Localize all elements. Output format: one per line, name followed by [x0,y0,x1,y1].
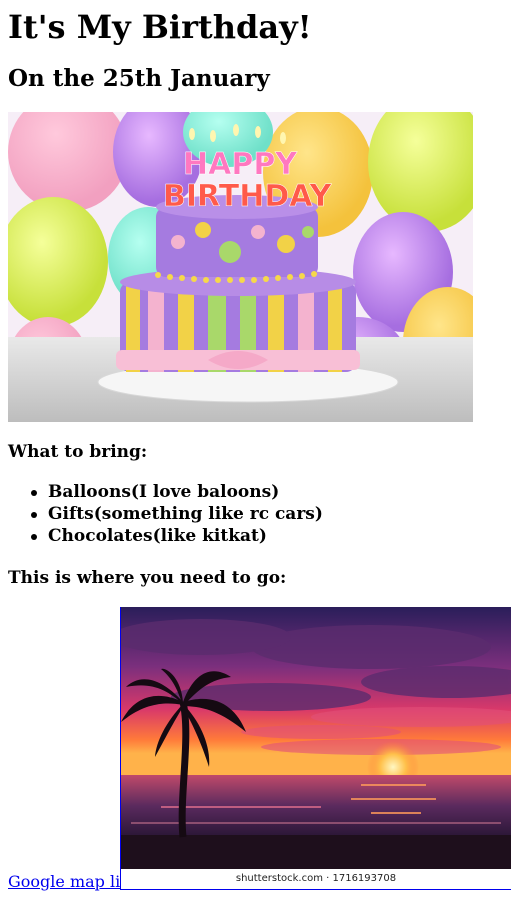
page-title: It's My Birthday! [8,8,312,46]
bring-heading: What to bring: [8,442,148,462]
sunset-beach-image [121,607,511,869]
date-heading: On the 25th January [8,65,270,92]
cake-candle-happy: HAPPY [183,147,298,182]
image-caption: shutterstock.com · 1716193708 [235,873,397,884]
birthday-cake-image: HAPPY BIRTHDAY [8,112,473,422]
cake-candle-birthday: BIRTHDAY [163,179,333,214]
page: It's My Birthday! On the 25th January HA… [0,0,520,901]
destination-heading: This is where you need to go: [8,568,287,588]
bring-list: Balloons(I love baloons) Gifts(something… [0,481,323,547]
list-item: Balloons(I love baloons) [0,481,323,503]
list-item: Gifts(something like rc cars) [0,503,323,525]
list-item: Chocolates(like kitkat) [0,525,323,547]
beach-image-link[interactable]: shutterstock.com · 1716193708 [120,607,511,890]
